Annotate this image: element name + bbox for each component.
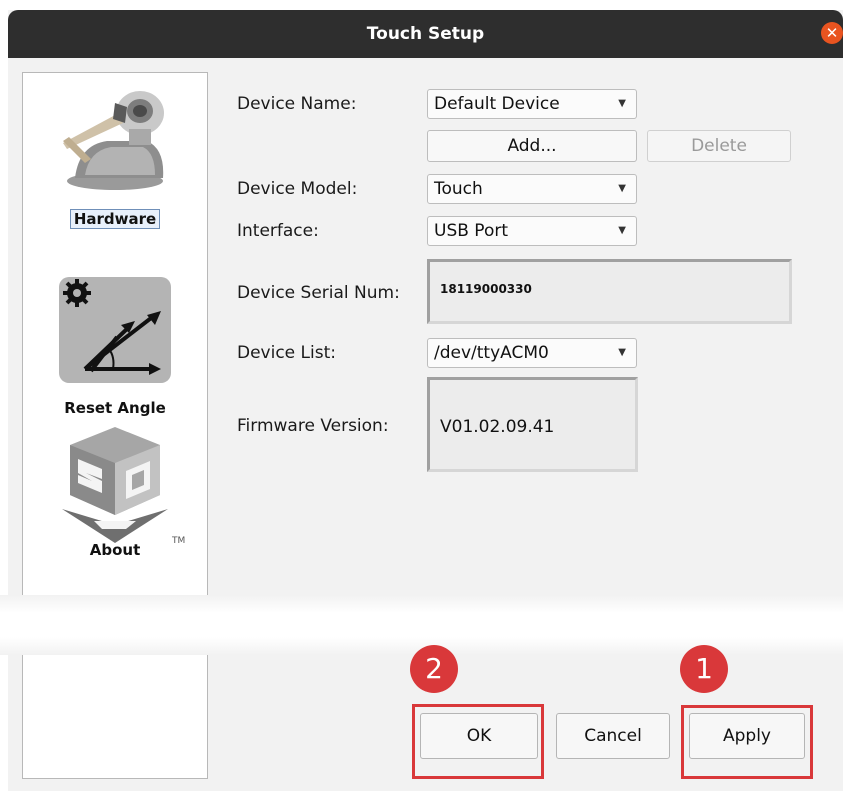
chevron-down-icon: ▼ (618, 225, 626, 236)
cancel-button[interactable]: Cancel (556, 713, 670, 759)
device-name-select[interactable]: Default Device ▼ (427, 89, 637, 119)
screenshot-fade (0, 595, 843, 655)
firmware-label: Firmware Version: (237, 416, 389, 436)
chevron-down-icon: ▼ (618, 347, 626, 358)
sidebar-item-about[interactable]: TM About (23, 425, 207, 559)
add-device-button[interactable]: Add... (427, 130, 637, 162)
interface-select[interactable]: USB Port ▼ (427, 216, 637, 246)
reset-angle-icon (59, 277, 171, 383)
ok-highlight-box (412, 704, 544, 779)
sidebar-item-label: Reset Angle (64, 399, 166, 417)
device-model-label: Device Model: (237, 179, 358, 199)
close-icon[interactable]: ✕ (821, 22, 843, 44)
device-model-select[interactable]: Touch ▼ (427, 174, 637, 204)
serial-label: Device Serial Num: (237, 283, 400, 303)
step-marker-2: 2 (410, 645, 458, 693)
chevron-down-icon: ▼ (618, 183, 626, 194)
device-name-label: Device Name: (237, 94, 357, 114)
sidebar-item-hardware[interactable]: Hardware (23, 83, 207, 229)
3d-systems-logo: TM (62, 427, 185, 545)
window-title: Touch Setup (366, 24, 485, 44)
serial-field: 18119000330 (427, 259, 792, 324)
interface-label: Interface: (237, 221, 319, 241)
haptic-device-icon (63, 91, 164, 190)
sidebar: Hardware Reset Angle TM About (22, 72, 208, 779)
device-name-value: Default Device (434, 94, 560, 114)
apply-highlight-box (681, 705, 813, 779)
chevron-down-icon: ▼ (618, 98, 626, 109)
trademark-mark: TM (171, 536, 185, 545)
sidebar-item-label: Hardware (69, 209, 161, 229)
device-model-value: Touch (434, 179, 483, 199)
step-marker-1: 1 (680, 645, 728, 693)
serial-value: 18119000330 (440, 282, 532, 296)
device-list-label: Device List: (237, 343, 336, 363)
firmware-value: V01.02.09.41 (440, 417, 555, 437)
sidebar-item-reset-angle[interactable]: Reset Angle (23, 275, 207, 417)
delete-device-button[interactable]: Delete (647, 130, 791, 162)
interface-value: USB Port (434, 221, 509, 241)
device-list-value: /dev/ttyACM0 (434, 343, 549, 363)
device-list-select[interactable]: /dev/ttyACM0 ▼ (427, 338, 637, 368)
title-bar: Touch Setup ✕ (8, 10, 843, 58)
firmware-field: V01.02.09.41 (427, 377, 638, 472)
